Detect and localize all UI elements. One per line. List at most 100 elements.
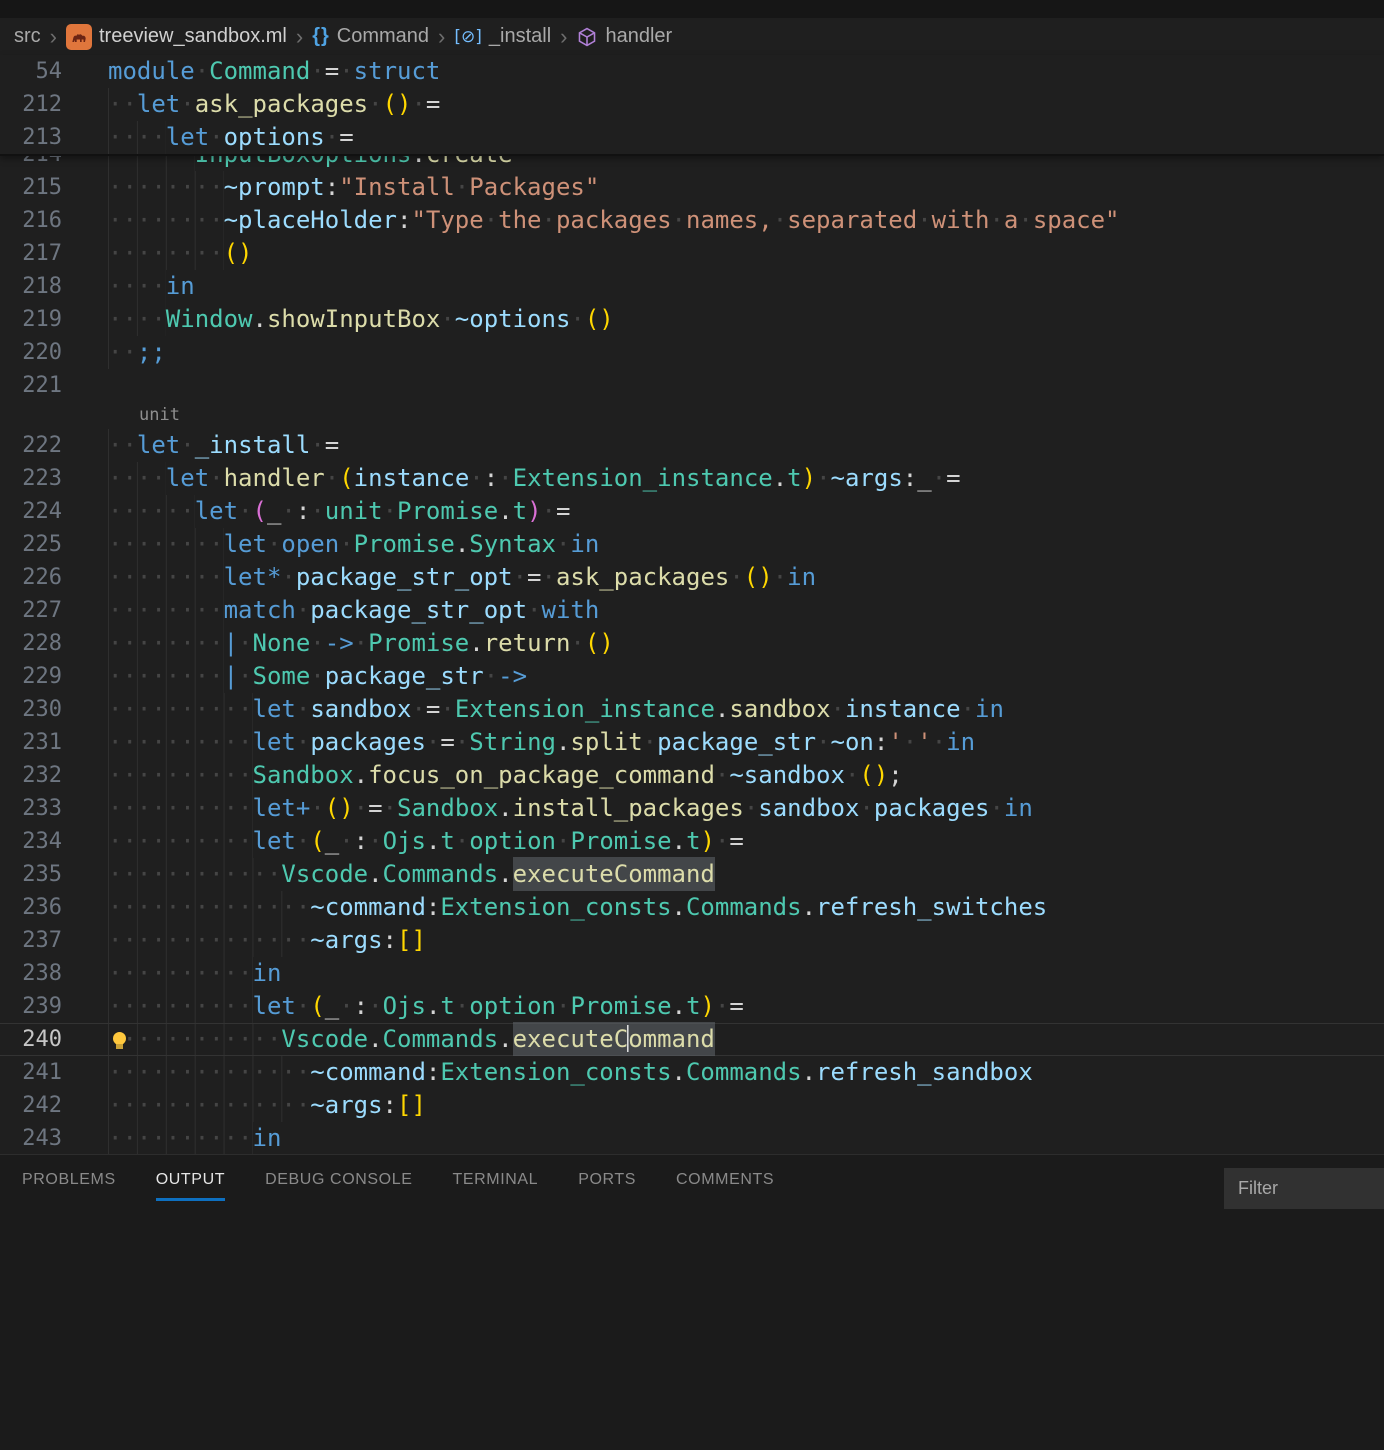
- code-line-233[interactable]: 233··········let+·()·=·Sandbox.install_p…: [0, 792, 1384, 825]
- line-number: 236: [0, 891, 62, 924]
- token: .: [426, 992, 440, 1020]
- token: Commands: [383, 1025, 499, 1053]
- line-content: ··············~command:Extension_consts.…: [108, 1056, 1033, 1089]
- indent-guides: ··············: [108, 1089, 310, 1122]
- code-line-232[interactable]: 232··········Sandbox.focus_on_package_co…: [0, 759, 1384, 792]
- code-line-230[interactable]: 230··········let·sandbox·=·Extension_ins…: [0, 693, 1384, 726]
- code-line-221[interactable]: 221: [0, 369, 1384, 402]
- token: ->·: [325, 629, 368, 657]
- line-number: 223: [0, 462, 62, 495]
- line-number: 242: [0, 1089, 62, 1122]
- indent-guides: ········: [108, 237, 224, 270]
- editor[interactable]: 214······InputBoxOptions.create215······…: [0, 156, 1384, 1154]
- panel-tab-problems[interactable]: PROBLEMS: [22, 1171, 116, 1198]
- code-line-219[interactable]: 219····Window.showInputBox·~options·(): [0, 303, 1384, 336]
- token: in: [253, 1124, 282, 1152]
- indent-guides: ··········: [108, 957, 253, 990]
- token: .: [672, 893, 686, 921]
- code-area[interactable]: 214······InputBoxOptions.create215······…: [0, 156, 1384, 1154]
- breadcrumb-item-treeview-sandbox-ml[interactable]: treeview_sandbox.ml: [66, 24, 287, 50]
- token: .: [802, 893, 816, 921]
- sticky-scroll[interactable]: 54module·Command·=·struct212··let·ask_pa…: [0, 55, 1384, 156]
- lightbulb-icon[interactable]: [113, 1032, 126, 1045]
- breadcrumb-item-src[interactable]: src: [14, 25, 41, 48]
- code-line-241[interactable]: 241 ··············~command:Extension_cons…: [0, 1056, 1384, 1089]
- code-line-235[interactable]: 235············Vscode.Commands.executeCo…: [0, 858, 1384, 891]
- token: .: [498, 860, 512, 888]
- line-content: ··········let·(_·:·Ojs.t·option·Promise.…: [108, 825, 744, 858]
- token: options: [224, 123, 325, 151]
- token: (): [744, 563, 773, 591]
- panel-tab-debug-console[interactable]: DEBUG CONSOLE: [265, 1171, 412, 1198]
- token: (): [224, 239, 253, 267]
- code-line-239[interactable]: 239··········let·(_·:·Ojs.t·option·Promi…: [0, 990, 1384, 1023]
- line-number: 54: [0, 55, 62, 88]
- token: ·=: [411, 90, 440, 118]
- code-line-223[interactable]: 223····let·handler·(instance·:·Extension…: [0, 462, 1384, 495]
- code-line-237[interactable]: 237··············~args:[]: [0, 924, 1384, 957]
- code-line-238[interactable]: 238··········in: [0, 957, 1384, 990]
- code-line-218[interactable]: 218····in: [0, 270, 1384, 303]
- token: |·: [224, 629, 253, 657]
- code-line-213[interactable]: 213····let·options·=: [0, 121, 1384, 154]
- code-line-231[interactable]: 231··········let·packages·=·String.split…: [0, 726, 1384, 759]
- code-line-214[interactable]: 214······InputBoxOptions.create: [0, 156, 1384, 171]
- token: _·:·: [325, 992, 383, 1020]
- panel-tab-ports[interactable]: PORTS: [578, 1171, 636, 1198]
- code-line-215[interactable]: 215········~prompt:"Install·Packages": [0, 171, 1384, 204]
- code-line-226[interactable]: 226········let*·package_str_opt·=·ask_pa…: [0, 561, 1384, 594]
- indent-guides: ··········: [108, 759, 253, 792]
- panel-tab-terminal[interactable]: TERMINAL: [452, 1171, 538, 1198]
- code-line-54[interactable]: 54module·Command·=·struct: [0, 55, 1384, 88]
- token: _·:·: [267, 497, 325, 525]
- code-line-217[interactable]: 217········(): [0, 237, 1384, 270]
- line-number: 221: [0, 369, 62, 402]
- code-line-236[interactable]: 236··············~command:Extension_cons…: [0, 891, 1384, 924]
- token: Window: [166, 305, 253, 333]
- token: _install: [195, 431, 311, 459]
- code-line-229[interactable]: 229········|·Some·package_str·->: [0, 660, 1384, 693]
- token: .: [253, 305, 267, 333]
- token: ·=·: [354, 794, 397, 822]
- token: []: [397, 1091, 426, 1119]
- token: .: [672, 992, 686, 1020]
- token: module·: [108, 57, 209, 85]
- breadcrumb-item--install[interactable]: [⊘]_install: [454, 25, 551, 48]
- code-line-222[interactable]: 222··let·_install·=: [0, 429, 1384, 462]
- token: ): [701, 827, 715, 855]
- line-number: 226: [0, 561, 62, 594]
- breadcrumb-item-handler[interactable]: handler: [576, 25, 672, 48]
- token: ·: [816, 464, 830, 492]
- panel-tab-comments[interactable]: COMMENTS: [676, 1171, 774, 1198]
- code-line-224[interactable]: 224······let·(_·:·unit·Promise.t)·=: [0, 495, 1384, 528]
- code-line-234[interactable]: 234··········let·(_·:·Ojs.t·option·Promi…: [0, 825, 1384, 858]
- breadcrumb-item-command[interactable]: {}Command: [312, 25, 429, 48]
- line-number: 228: [0, 627, 62, 660]
- breadcrumb-label: treeview_sandbox.ml: [99, 25, 287, 48]
- code-line-212[interactable]: 212··let·ask_packages·()·=: [0, 88, 1384, 121]
- indent-guides: ··········: [108, 1122, 253, 1154]
- line-number: 220: [0, 336, 62, 369]
- line-number: 224: [0, 495, 62, 528]
- code-line-216[interactable]: 216········~placeHolder:"Type·the·packag…: [0, 204, 1384, 237]
- code-line-227[interactable]: 227········match·package_str_opt·with: [0, 594, 1384, 627]
- token: package_str·: [657, 728, 830, 756]
- token: InputBoxOptions: [195, 156, 412, 168]
- token: .: [498, 1025, 512, 1053]
- code-line-220[interactable]: 220··;;: [0, 336, 1384, 369]
- code-line-228[interactable]: 228········|·None·->·Promise.return·(): [0, 627, 1384, 660]
- code-line-243[interactable]: 243··········in: [0, 1122, 1384, 1154]
- code-line-225[interactable]: 225········let·open·Promise.Syntax·in: [0, 528, 1384, 561]
- code-line-240[interactable]: 240············Vscode.Commands.executeCo…: [0, 1023, 1384, 1056]
- filter-input[interactable]: [1224, 1168, 1384, 1209]
- line-number: 241: [0, 1056, 62, 1089]
- token: sandbox: [310, 695, 411, 723]
- token: handler·: [224, 464, 340, 492]
- line-number: 215: [0, 171, 62, 204]
- code-line-242[interactable]: 242··············~args:[]: [0, 1089, 1384, 1122]
- indent-guides: ············: [108, 858, 281, 891]
- line-content: ····let·handler·(instance·:·Extension_in…: [108, 462, 961, 495]
- line-number: 222: [0, 429, 62, 462]
- line-number: 230: [0, 693, 62, 726]
- panel-tab-output[interactable]: OUTPUT: [156, 1171, 225, 1201]
